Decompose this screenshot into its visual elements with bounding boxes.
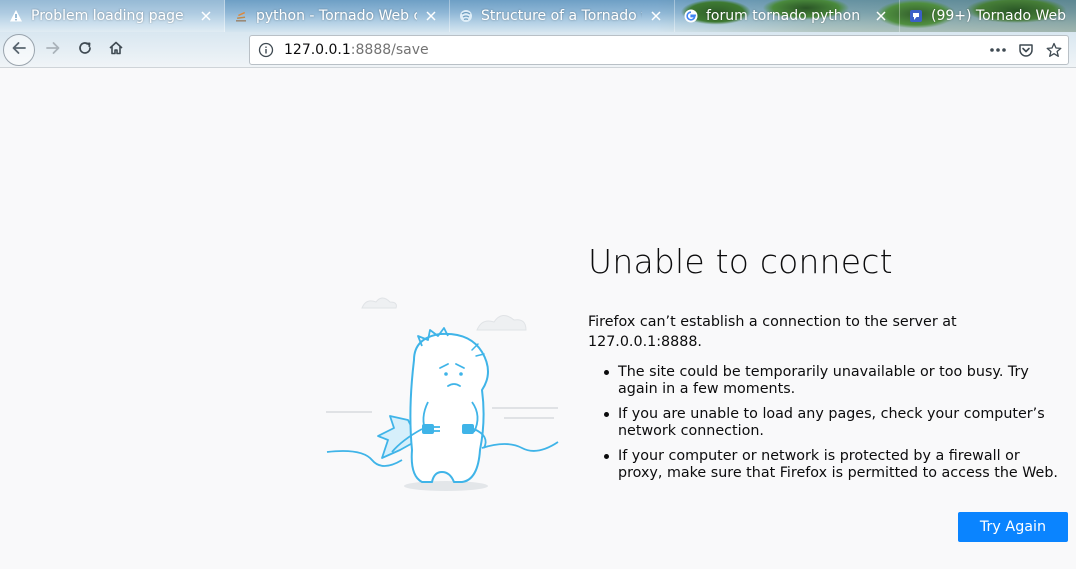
reload-icon	[77, 40, 93, 60]
disconnected-dino-illustration	[322, 290, 562, 500]
tab-label: forum tornado python	[706, 8, 861, 24]
google-icon	[683, 8, 699, 24]
warning-icon	[8, 8, 24, 24]
tab-problem-loading[interactable]: Problem loading page	[0, 0, 225, 32]
home-button[interactable]	[101, 35, 131, 65]
tab-label: Problem loading page	[31, 8, 184, 24]
stackoverflow-icon	[233, 8, 249, 24]
tab-label: python - Tornado Web c	[256, 8, 417, 24]
url-actions	[988, 36, 1064, 64]
chat-icon	[908, 8, 924, 24]
forward-button[interactable]	[38, 35, 68, 65]
tab-strip: Problem loading page python - Tornado We…	[0, 0, 1076, 32]
url-text[interactable]: 127.0.0.1:8888/save	[284, 42, 429, 58]
tab-label: Structure of a Tornado v	[481, 8, 642, 24]
back-button[interactable]	[3, 34, 35, 66]
list-item: If your computer or network is protected…	[602, 448, 1068, 482]
close-icon[interactable]	[873, 8, 889, 24]
error-description: Firefox can’t establish a connection to …	[588, 314, 957, 350]
url-path: :8888/save	[350, 42, 429, 58]
forward-arrow-icon	[44, 39, 62, 61]
list-item: The site could be temporarily unavailabl…	[602, 364, 1068, 398]
home-icon	[108, 40, 124, 60]
info-icon[interactable]	[258, 42, 274, 58]
pocket-icon[interactable]	[1016, 40, 1036, 60]
back-arrow-icon	[10, 39, 28, 61]
page-actions-icon[interactable]	[988, 40, 1008, 60]
url-bar[interactable]: 127.0.0.1:8888/save	[249, 35, 1069, 65]
tab-label: (99+) Tornado Web Se	[931, 8, 1066, 24]
tab-structure-tornado[interactable]: Structure of a Tornado v	[450, 0, 675, 32]
url-host: 127.0.0.1	[284, 42, 351, 58]
tab-forum-tornado[interactable]: forum tornado python	[675, 0, 900, 32]
error-suggestion-list: The site could be temporarily unavailabl…	[588, 364, 1068, 482]
close-icon[interactable]	[648, 8, 664, 24]
error-container: Unable to connect Firefox can’t establis…	[588, 240, 1068, 490]
close-icon[interactable]	[198, 8, 214, 24]
error-title: Unable to connect	[588, 242, 893, 281]
tab-tornado-web-server[interactable]: (99+) Tornado Web Se	[900, 0, 1076, 32]
close-icon[interactable]	[423, 8, 439, 24]
try-again-button[interactable]: Try Again	[958, 512, 1068, 542]
tornado-icon	[458, 8, 474, 24]
list-item: If you are unable to load any pages, che…	[602, 406, 1068, 440]
bookmark-star-icon[interactable]	[1044, 40, 1064, 60]
tab-python-tornado[interactable]: python - Tornado Web c	[225, 0, 450, 32]
nav-toolbar: 127.0.0.1:8888/save	[0, 32, 1076, 68]
reload-button[interactable]	[70, 35, 100, 65]
